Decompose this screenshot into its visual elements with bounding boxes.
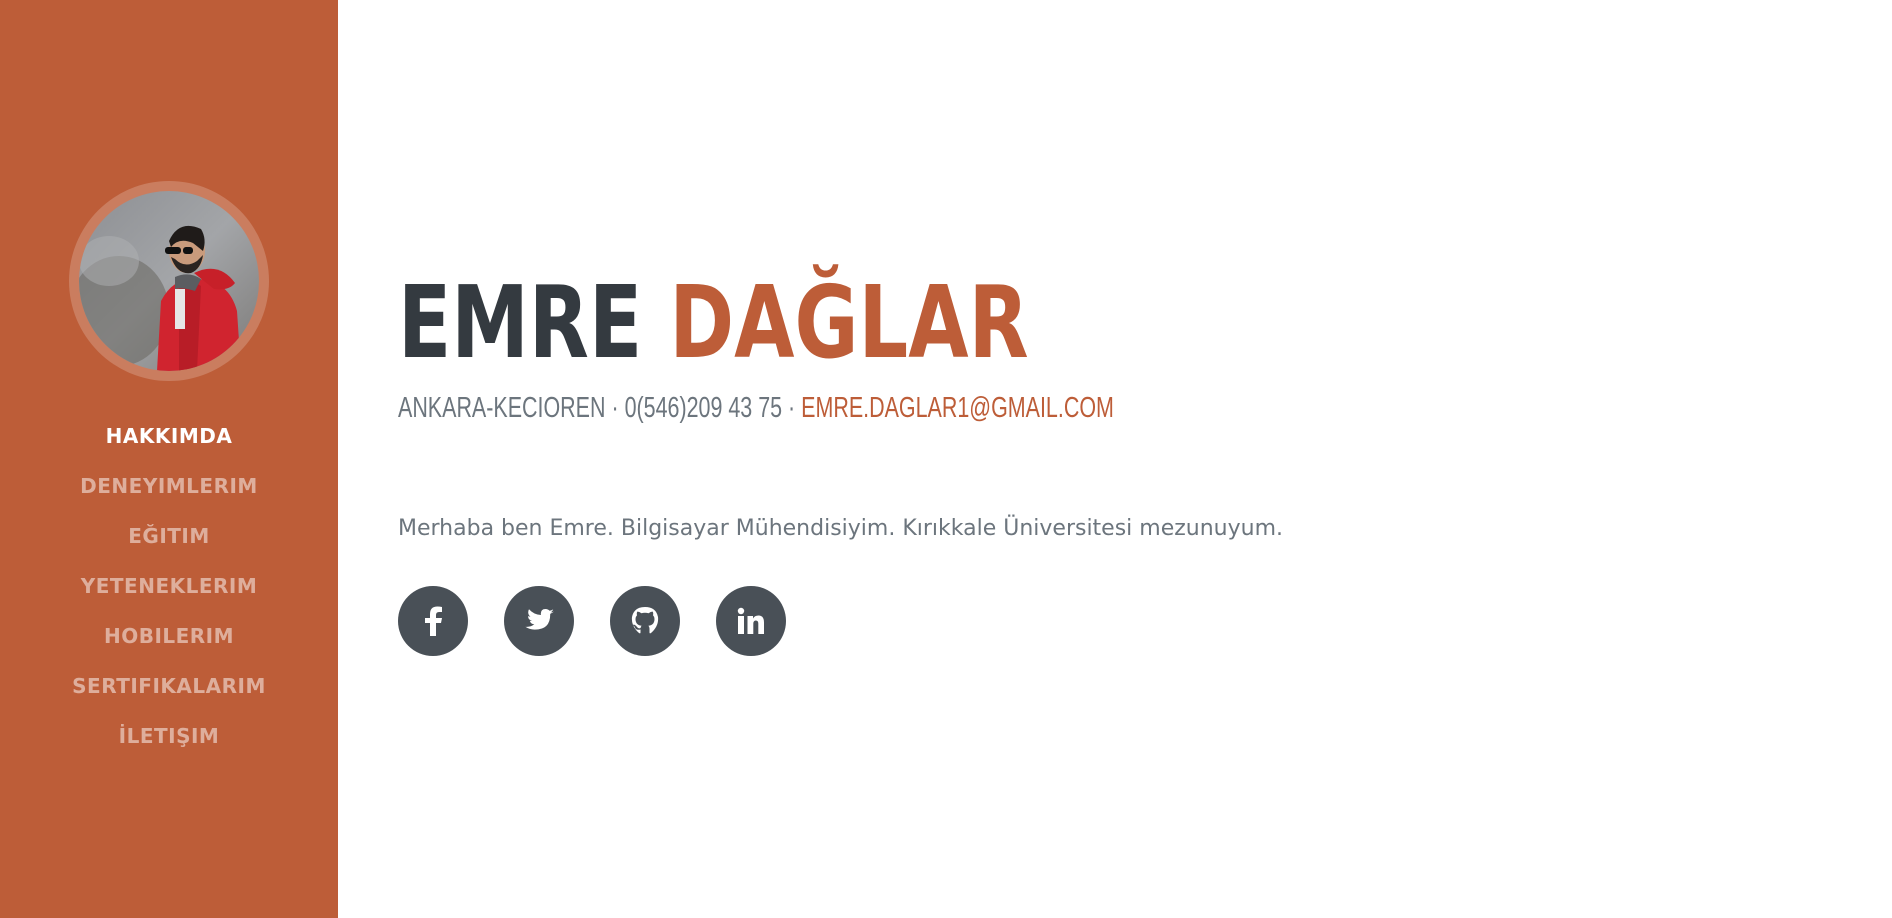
linkedin-icon bbox=[737, 607, 764, 634]
sidebar-nav: HAKKIMDA DENEYIMLERIM EĞITIM YETENEKLERI… bbox=[0, 411, 338, 761]
last-name: DAĞLAR bbox=[669, 264, 1029, 381]
email-link[interactable]: EMRE.DAGLAR1@GMAIL.COM bbox=[801, 392, 1114, 424]
page-title: EMRE DAĞLAR bbox=[398, 268, 1029, 378]
nav-item-iletisim[interactable]: İLETIŞIM bbox=[0, 711, 338, 761]
nav-item-deneyimlerim[interactable]: DENEYIMLERIM bbox=[0, 461, 338, 511]
about-section: EMRE DAĞLAR ANKARA-KECIOREN · 0(546)209 … bbox=[338, 0, 1892, 918]
separator: · bbox=[782, 392, 802, 424]
first-name: EMRE bbox=[398, 264, 643, 381]
contact-line: ANKARA-KECIOREN · 0(546)209 43 75 · EMRE… bbox=[398, 392, 1114, 425]
github-button[interactable] bbox=[610, 586, 680, 656]
avatar-ring bbox=[69, 181, 269, 381]
avatar bbox=[79, 191, 259, 371]
intro-text: Merhaba ben Emre. Bilgisayar Mühendisiyi… bbox=[398, 516, 1284, 541]
twitter-icon bbox=[525, 609, 554, 630]
facebook-icon bbox=[425, 606, 442, 636]
nav-item-hakkimda[interactable]: HAKKIMDA bbox=[0, 411, 338, 461]
nav-item-egitim[interactable]: EĞITIM bbox=[0, 511, 338, 561]
nav-item-yeteneklerim[interactable]: YETENEKLERIM bbox=[0, 561, 338, 611]
nav-item-sertifikalarim[interactable]: SERTIFIKALARIM bbox=[0, 661, 338, 711]
phone: 0(546)209 43 75 bbox=[624, 392, 783, 424]
separator: · bbox=[605, 392, 625, 424]
location: ANKARA-KECIOREN bbox=[398, 392, 606, 424]
linkedin-button[interactable] bbox=[716, 586, 786, 656]
sidebar: HAKKIMDA DENEYIMLERIM EĞITIM YETENEKLERI… bbox=[0, 0, 338, 918]
nav-item-hobilerim[interactable]: HOBILERIM bbox=[0, 611, 338, 661]
github-icon bbox=[631, 607, 659, 634]
facebook-button[interactable] bbox=[398, 586, 468, 656]
social-icons bbox=[398, 586, 822, 656]
twitter-button[interactable] bbox=[504, 586, 574, 656]
